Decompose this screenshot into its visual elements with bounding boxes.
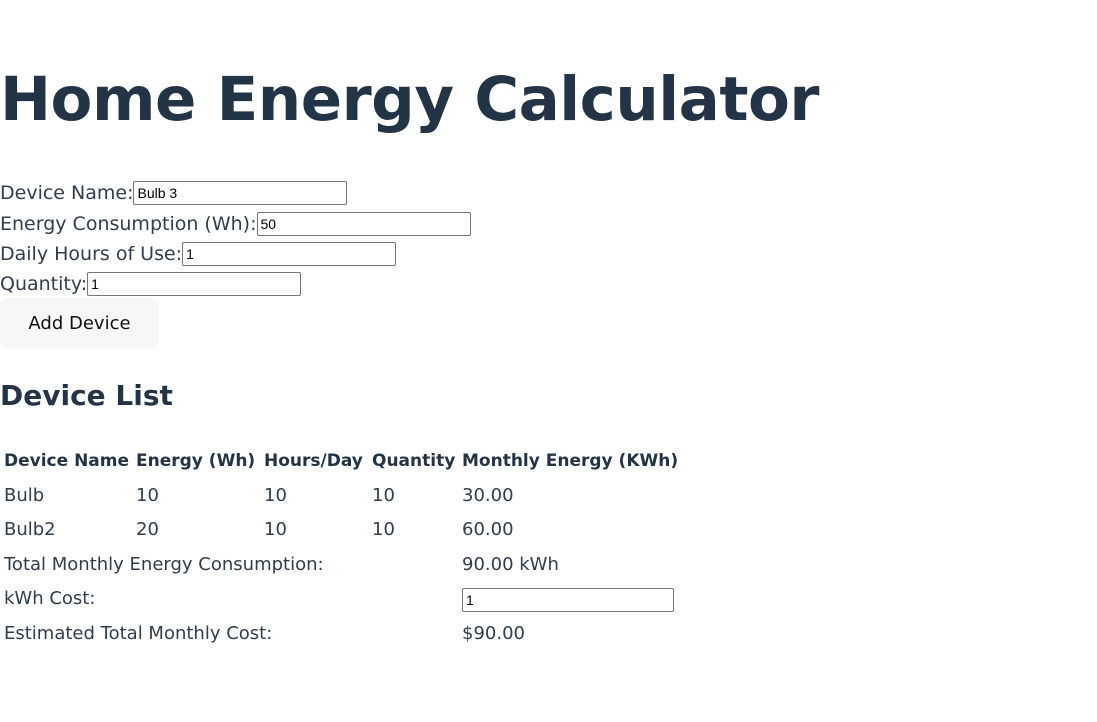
energy-label: Energy Consumption (Wh): bbox=[0, 213, 257, 235]
header-hours: Hours/Day bbox=[264, 451, 363, 471]
page-title: Home Energy Calculator bbox=[0, 64, 820, 135]
quantity-label: Quantity: bbox=[0, 273, 88, 295]
row2-monthly-energy: 60.00 bbox=[462, 519, 514, 540]
energy-input[interactable] bbox=[256, 212, 471, 236]
row1-monthly-energy: 30.00 bbox=[462, 485, 514, 506]
row1-hours: 10 bbox=[264, 485, 287, 506]
header-monthly-energy: Monthly Energy (KWh) bbox=[462, 451, 679, 471]
add-device-button[interactable]: Add Device bbox=[0, 298, 159, 348]
row2-hours: 10 bbox=[264, 519, 287, 540]
row1-quantity: 10 bbox=[372, 485, 395, 506]
energy-row: Energy Consumption (Wh): bbox=[0, 210, 471, 238]
row2-device-name: Bulb2 bbox=[4, 519, 56, 540]
kwh-cost-label: kWh Cost: bbox=[4, 588, 96, 609]
header-device-name: Device Name bbox=[4, 451, 130, 471]
row1-device-name: Bulb bbox=[4, 485, 45, 506]
device-name-row: Device Name: bbox=[0, 179, 348, 207]
row2-quantity: 10 bbox=[372, 519, 395, 540]
device-name-input[interactable] bbox=[133, 181, 348, 205]
device-name-label: Device Name: bbox=[0, 182, 134, 204]
estimated-cost-label: Estimated Total Monthly Cost: bbox=[4, 623, 273, 644]
row1-energy: 10 bbox=[136, 485, 159, 506]
quantity-input[interactable] bbox=[87, 272, 302, 296]
estimated-cost-value: $90.00 bbox=[462, 623, 525, 644]
hours-row: Daily Hours of Use: bbox=[0, 240, 397, 268]
header-energy: Energy (Wh) bbox=[136, 451, 256, 471]
total-energy-label: Total Monthly Energy Consumption: bbox=[4, 554, 324, 575]
total-energy-value: 90.00 kWh bbox=[462, 554, 559, 575]
row2-energy: 20 bbox=[136, 519, 159, 540]
device-list-title: Device List bbox=[0, 379, 173, 412]
header-quantity: Quantity bbox=[372, 451, 456, 471]
kwh-cost-input[interactable] bbox=[462, 588, 674, 612]
hours-input[interactable] bbox=[182, 242, 397, 266]
hours-label: Daily Hours of Use: bbox=[0, 243, 183, 265]
quantity-row: Quantity: bbox=[0, 270, 302, 298]
